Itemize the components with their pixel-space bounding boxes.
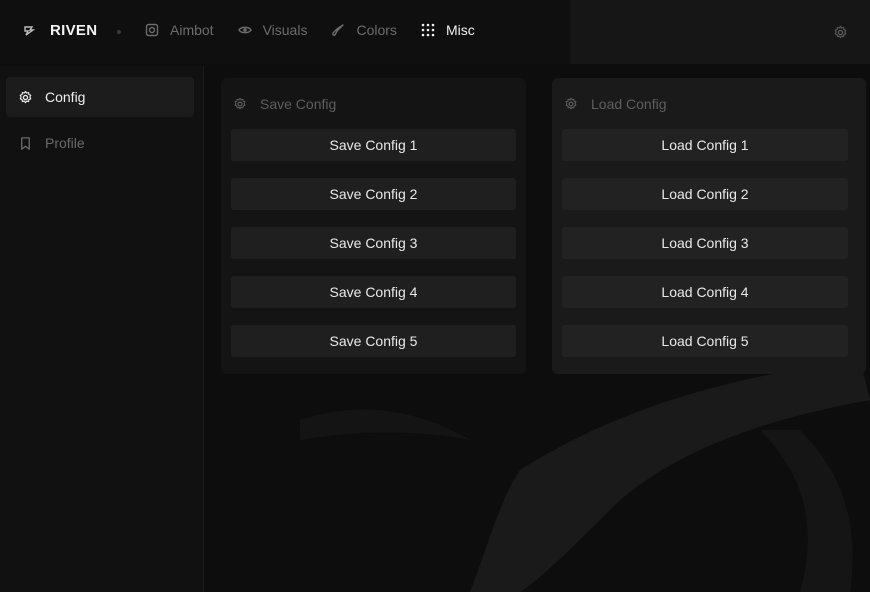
sidebar: Config Profile [0, 66, 204, 592]
brand: RIVEN [22, 22, 97, 39]
save-config-4-button[interactable]: Save Config 4 [231, 276, 516, 308]
panel-title: Load Config [591, 96, 667, 112]
nav-item-label: Misc [445, 22, 475, 38]
save-config-5-button[interactable]: Save Config 5 [231, 325, 516, 357]
bookmark-icon [21, 136, 30, 150]
sidebar-item-profile[interactable]: Profile [6, 123, 194, 163]
sidebar-item-label: Config [45, 89, 86, 105]
gear-icon[interactable] [833, 25, 848, 40]
load-config-4-button[interactable]: Load Config 4 [562, 276, 848, 308]
eye-icon [237, 26, 252, 34]
grid-dots-icon [421, 23, 435, 37]
panel-title: Save Config [260, 96, 337, 112]
load-config-5-button[interactable]: Load Config 5 [562, 325, 848, 357]
top-nav: Aimbot Visuals Colors Misc [145, 22, 499, 38]
save-config-panel: Save Config Save Config 1 Save Config 2 … [221, 78, 526, 374]
brush-icon [332, 24, 345, 36]
nav-item-label: Colors [356, 22, 397, 38]
top-bar-right [570, 0, 870, 64]
nav-item-misc[interactable]: Misc [421, 22, 475, 38]
riven-logo-icon [24, 25, 36, 36]
save-config-2-button[interactable]: Save Config 2 [231, 178, 516, 210]
save-config-header: Save Config [233, 96, 336, 112]
save-config-1-button[interactable]: Save Config 1 [231, 129, 516, 161]
nav-item-label: Visuals [262, 22, 308, 38]
load-config-list: Load Config 1 Load Config 2 Load Config … [562, 129, 848, 374]
load-config-2-button[interactable]: Load Config 2 [562, 178, 848, 210]
sidebar-item-label: Profile [45, 135, 85, 151]
load-config-panel: Load Config Load Config 1 Load Config 2 … [552, 78, 866, 374]
nav-item-label: Aimbot [170, 22, 214, 38]
brand-separator [117, 30, 121, 34]
nav-item-visuals[interactable]: Visuals [237, 22, 308, 38]
save-config-3-button[interactable]: Save Config 3 [231, 227, 516, 259]
load-config-header: Load Config [564, 96, 667, 112]
brand-name: RIVEN [50, 22, 98, 39]
load-config-3-button[interactable]: Load Config 3 [562, 227, 848, 259]
top-bar: RIVEN Aimbot Visuals Colors Misc [0, 0, 870, 64]
nav-item-colors[interactable]: Colors [331, 22, 397, 38]
gear-icon [565, 97, 577, 110]
gear-icon [234, 97, 246, 110]
crosshair-box-icon [145, 23, 159, 37]
nav-item-aimbot[interactable]: Aimbot [145, 22, 214, 38]
load-config-1-button[interactable]: Load Config 1 [562, 129, 848, 161]
gear-icon [19, 90, 32, 103]
sidebar-item-config[interactable]: Config [6, 77, 194, 117]
save-config-list: Save Config 1 Save Config 2 Save Config … [231, 129, 516, 374]
